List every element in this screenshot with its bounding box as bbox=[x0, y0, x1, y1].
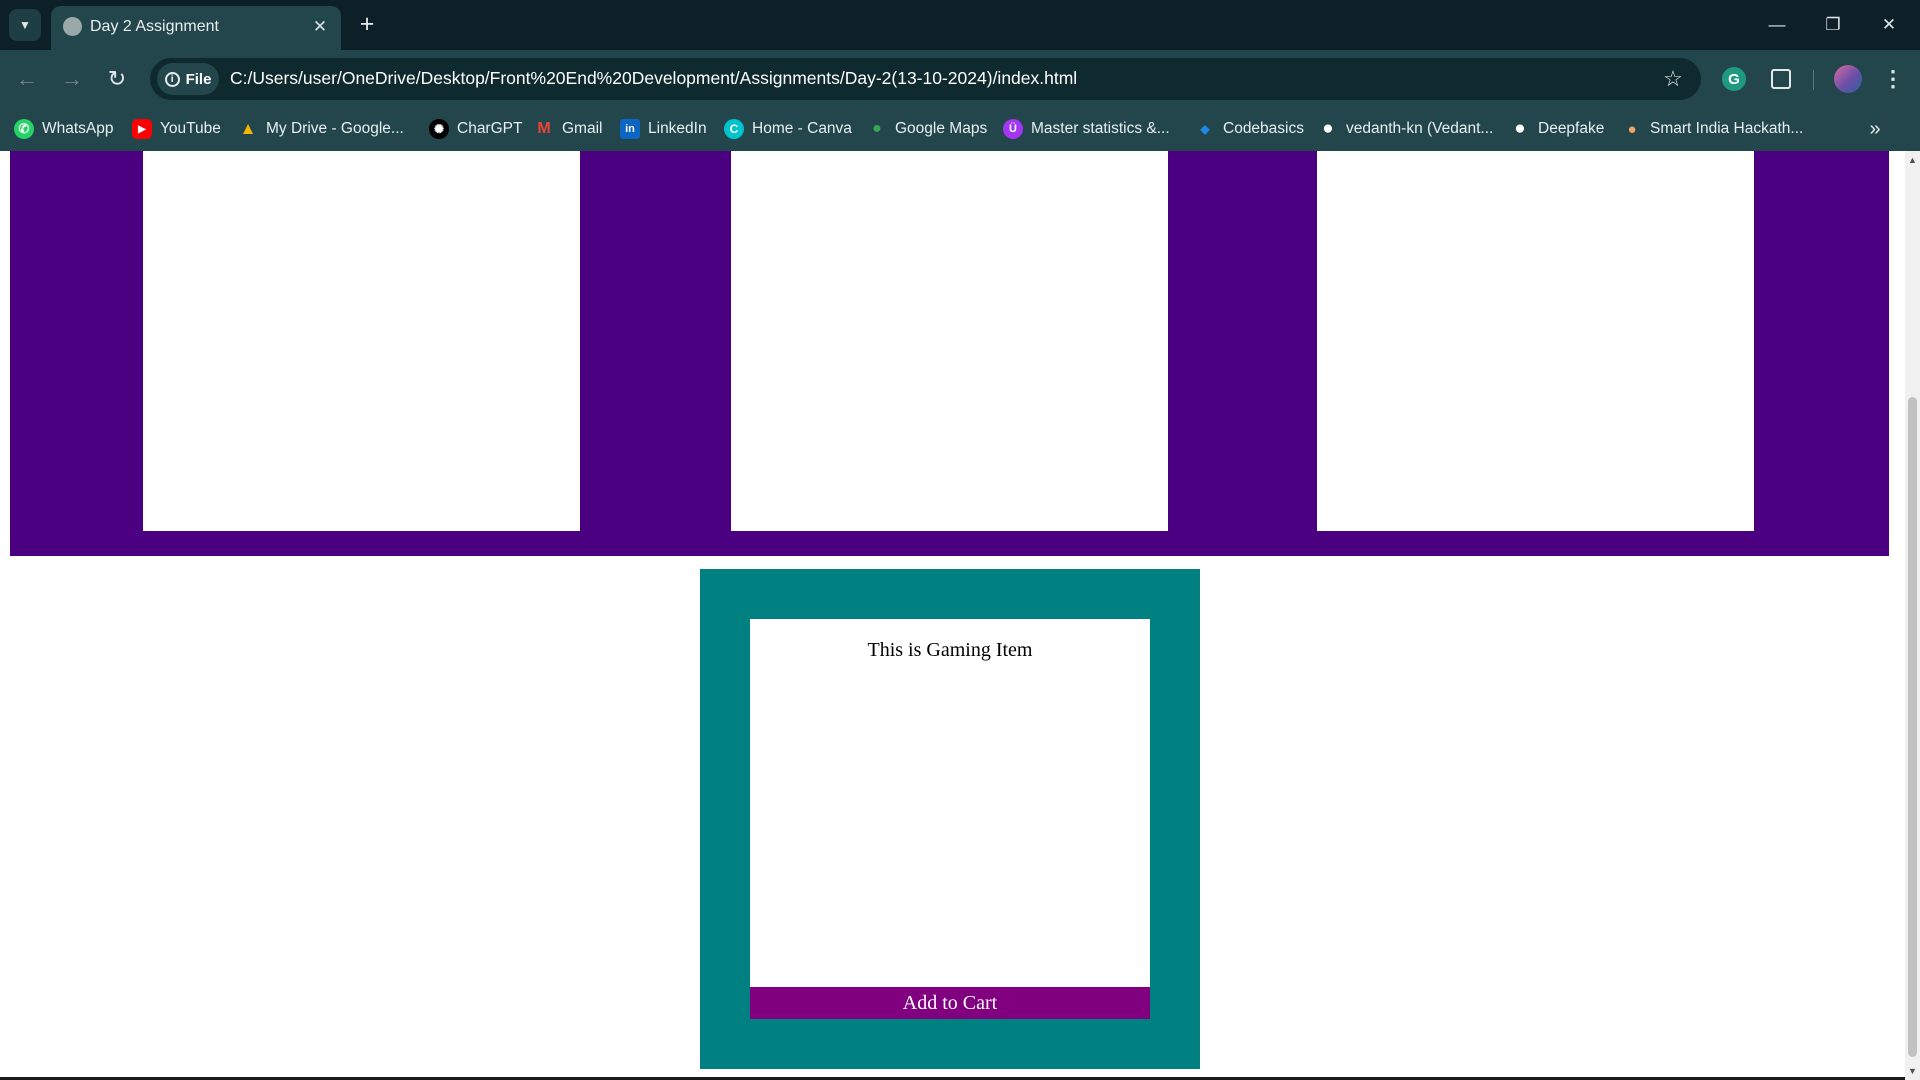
product-card: This is Gaming Item Add to Cart bbox=[750, 619, 1150, 1019]
star-icon[interactable]: ☆ bbox=[1658, 64, 1688, 94]
bookmarks-overflow-icon[interactable]: » bbox=[1860, 116, 1890, 142]
bookmark-whatsapp[interactable]: ✆ WhatsApp bbox=[14, 116, 114, 142]
vertical-scrollbar[interactable]: ▲ ▼ bbox=[1905, 151, 1920, 1080]
bookmark-github-vedanth[interactable]: ● vedanth-kn (Vedant... bbox=[1318, 116, 1493, 142]
bookmark-linkedin[interactable]: in LinkedIn bbox=[620, 116, 707, 142]
browser-chrome: ▼ Day 2 Assignment ✕ + — ❐ ✕ ← → ↻ i Fil… bbox=[0, 0, 1920, 151]
google-maps-icon: ● bbox=[872, 120, 882, 137]
restore-button[interactable]: ❐ bbox=[1816, 8, 1850, 42]
address-bar[interactable]: i File C:/Users/user/OneDrive/Desktop/Fr… bbox=[150, 58, 1701, 100]
bookmark-label: Smart India Hackath... bbox=[1650, 120, 1804, 137]
info-icon: i bbox=[164, 71, 180, 87]
bookmark-label: Google Maps bbox=[895, 120, 988, 137]
product-description: This is Gaming Item bbox=[867, 639, 1033, 661]
bookmark-canva[interactable]: C Home - Canva bbox=[724, 116, 852, 142]
codebasics-icon: ◆ bbox=[1200, 122, 1210, 136]
profile-button[interactable] bbox=[1831, 62, 1865, 96]
bookmark-udemy[interactable]: Ü Master statistics &... bbox=[1003, 116, 1170, 142]
bookmark-label: Deepfake bbox=[1538, 120, 1605, 137]
card-1 bbox=[143, 151, 580, 531]
google-drive-icon: ▲ bbox=[239, 119, 257, 138]
github-icon: ● bbox=[1514, 118, 1526, 139]
bookmark-label: Gmail bbox=[562, 120, 603, 137]
bookmark-smart-india-hackathon[interactable]: ● Smart India Hackath... bbox=[1622, 116, 1803, 142]
whatsapp-icon: ✆ bbox=[14, 119, 34, 139]
gmail-icon: M bbox=[537, 120, 551, 137]
github-icon: ● bbox=[1322, 118, 1334, 139]
reload-button[interactable]: ↻ bbox=[100, 62, 134, 96]
bookmark-label: vedanth-kn (Vedant... bbox=[1346, 120, 1494, 137]
window-close-button[interactable]: ✕ bbox=[1872, 8, 1906, 42]
bookmark-google-drive[interactable]: ▲ My Drive - Google... bbox=[238, 116, 404, 142]
forward-button[interactable]: → bbox=[55, 62, 89, 96]
page-viewport: This is Gaming Item Add to Cart bbox=[0, 151, 1905, 1080]
url-text[interactable]: C:/Users/user/OneDrive/Desktop/Front%20E… bbox=[230, 68, 1077, 89]
grammarly-extension-button[interactable]: G bbox=[1717, 62, 1751, 96]
browser-menu-button[interactable]: ⋮ bbox=[1876, 62, 1910, 96]
bookmark-label: YouTube bbox=[160, 120, 221, 137]
minimize-button[interactable]: — bbox=[1760, 8, 1794, 42]
close-icon[interactable]: ✕ bbox=[308, 15, 332, 39]
more-vert-icon: ⋮ bbox=[1882, 66, 1904, 91]
bookmark-chatgpt[interactable]: ✺ CharGPT bbox=[429, 116, 522, 142]
bookmark-codebasics[interactable]: ◆ Codebasics bbox=[1195, 116, 1304, 142]
tab-title: Day 2 Assignment bbox=[90, 18, 219, 35]
bookmark-google-maps[interactable]: ● Google Maps bbox=[867, 116, 987, 142]
new-tab-button[interactable]: + bbox=[352, 10, 382, 40]
bookmark-label: LinkedIn bbox=[648, 120, 707, 137]
sih-icon: ● bbox=[1627, 120, 1637, 138]
linkedin-icon: in bbox=[620, 119, 640, 139]
tab-strip: ▼ Day 2 Assignment ✕ + — ❐ ✕ bbox=[0, 0, 1920, 50]
tab-search-button[interactable]: ▼ bbox=[9, 9, 41, 41]
scroll-down-icon[interactable]: ▼ bbox=[1905, 1064, 1920, 1078]
scroll-up-icon[interactable]: ▲ bbox=[1905, 153, 1920, 167]
site-chip-label: File bbox=[185, 70, 212, 88]
bookmark-youtube[interactable]: ▶ YouTube bbox=[132, 116, 221, 142]
bookmark-deepfake[interactable]: ● Deepfake bbox=[1510, 116, 1604, 142]
back-button[interactable]: ← bbox=[10, 62, 44, 96]
card-3 bbox=[1317, 151, 1754, 531]
card-2 bbox=[731, 151, 1168, 531]
udemy-icon: Ü bbox=[1003, 119, 1023, 139]
extensions-button[interactable] bbox=[1764, 62, 1798, 96]
product-container: This is Gaming Item Add to Cart bbox=[700, 569, 1200, 1069]
grammarly-icon: G bbox=[1722, 67, 1746, 91]
chevron-down-icon: ▼ bbox=[19, 18, 31, 32]
bookmark-gmail[interactable]: M Gmail bbox=[534, 116, 602, 142]
bookmark-label: WhatsApp bbox=[42, 120, 114, 137]
toolbar-divider bbox=[1813, 70, 1814, 90]
canva-icon: C bbox=[724, 119, 744, 139]
site-info-chip[interactable]: i File bbox=[157, 63, 219, 95]
globe-icon bbox=[63, 17, 82, 36]
bookmark-label: CharGPT bbox=[457, 120, 523, 137]
bookmark-label: My Drive - Google... bbox=[266, 120, 404, 137]
puzzle-icon bbox=[1771, 69, 1791, 89]
bookmark-label: Home - Canva bbox=[752, 120, 852, 137]
add-to-cart-button[interactable]: Add to Cart bbox=[750, 987, 1150, 1019]
toolbar: ← → ↻ i File C:/Users/user/OneDrive/Desk… bbox=[0, 50, 1920, 108]
bookmark-label: Codebasics bbox=[1223, 120, 1304, 137]
bookmarks-bar: ✆ WhatsApp ▶ YouTube ▲ My Drive - Google… bbox=[0, 108, 1920, 151]
tab-active[interactable]: Day 2 Assignment ✕ bbox=[51, 6, 341, 50]
chatgpt-icon: ✺ bbox=[429, 119, 449, 139]
bookmark-label: Master statistics &... bbox=[1031, 120, 1170, 137]
avatar bbox=[1834, 65, 1862, 93]
purple-card-row bbox=[10, 151, 1889, 556]
youtube-icon: ▶ bbox=[132, 119, 152, 139]
scrollbar-thumb[interactable] bbox=[1908, 397, 1917, 1057]
